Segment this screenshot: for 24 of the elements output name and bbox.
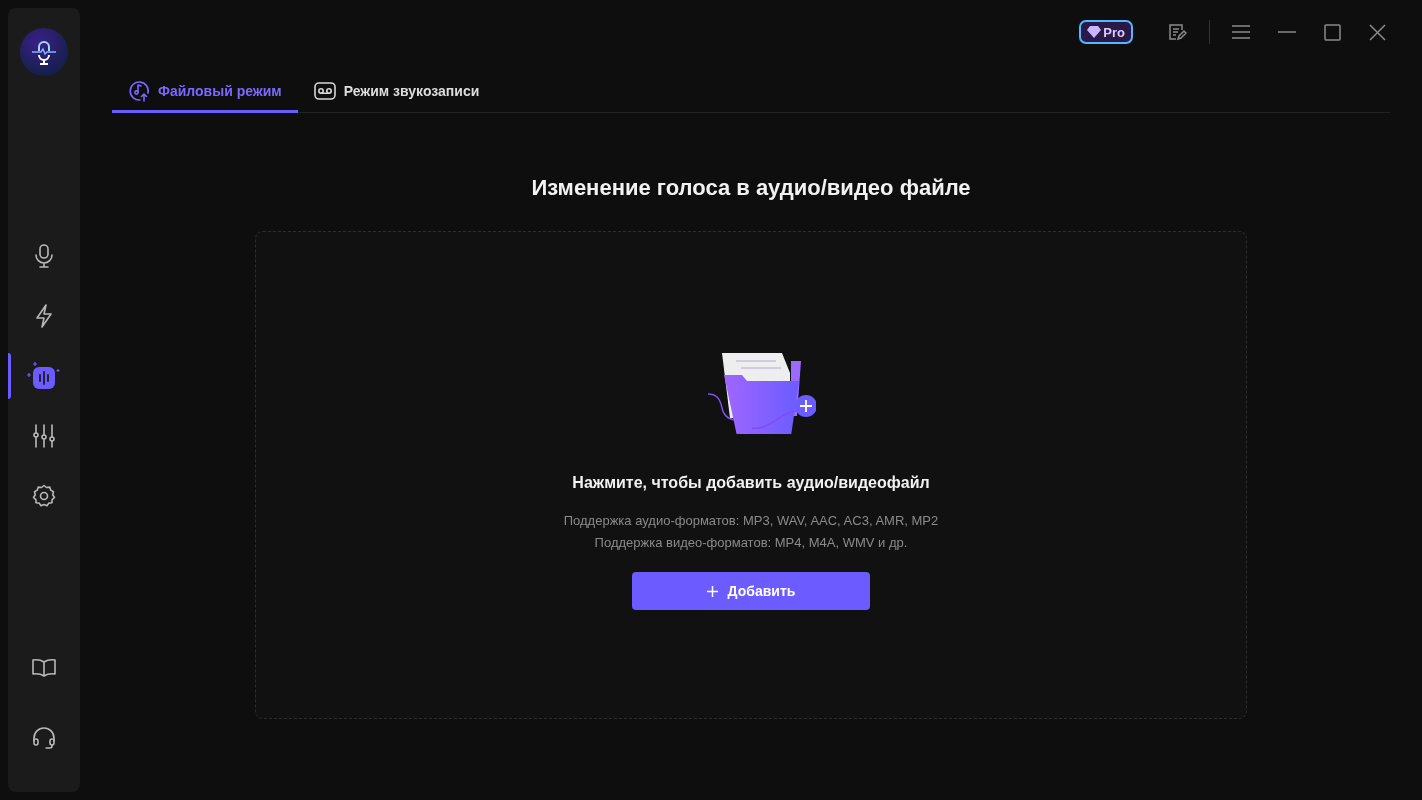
music-note-upload-icon	[128, 80, 150, 102]
close-icon[interactable]	[1369, 23, 1386, 41]
mode-tab[interactable]: Файловый режим	[112, 72, 298, 113]
lightning-icon[interactable]	[34, 304, 54, 328]
book-icon[interactable]	[32, 658, 56, 678]
sound-wave-icon[interactable]	[26, 361, 62, 391]
microphone-icon[interactable]	[33, 244, 55, 268]
voicemail-icon	[313, 82, 336, 100]
page-heading: Изменение голоса в аудио/видео файле	[530, 175, 972, 201]
headset-icon[interactable]	[32, 727, 56, 749]
drop-prompt: Нажмите, чтобы добавить аудио/видеофайл	[572, 474, 930, 492]
menu-icon[interactable]	[1232, 25, 1250, 39]
edit-note-icon[interactable]	[1167, 22, 1187, 42]
microphone-logo-icon	[20, 28, 68, 76]
mode-tab[interactable]: Режим звукозаписи	[297, 72, 496, 113]
add-button[interactable]: Добавить	[632, 572, 870, 610]
file-drop-zone[interactable]: Нажмите, чтобы добавить аудио/видеофайл Поддержка аудио-форматов: MP3, WAV, AAC, AC3, AMR, MP2 Поддержка видео-форматов: MP4, M4A, WMV и др. Добавить	[255, 231, 1247, 719]
maximize-icon[interactable]	[1324, 23, 1341, 41]
plus-icon	[706, 585, 718, 597]
supported-formats-text: Поддержка аудио-форматов: MP3, WAV, AAC, AC3, AMR, MP2	[563, 512, 939, 530]
supported-formats-text: Поддержка видео-форматов: MP4, M4A, WMV и др.	[594, 534, 908, 552]
sliders-icon[interactable]	[32, 424, 56, 448]
settings-icon[interactable]	[32, 484, 56, 508]
pro-badge[interactable]: Pro	[1079, 20, 1133, 44]
